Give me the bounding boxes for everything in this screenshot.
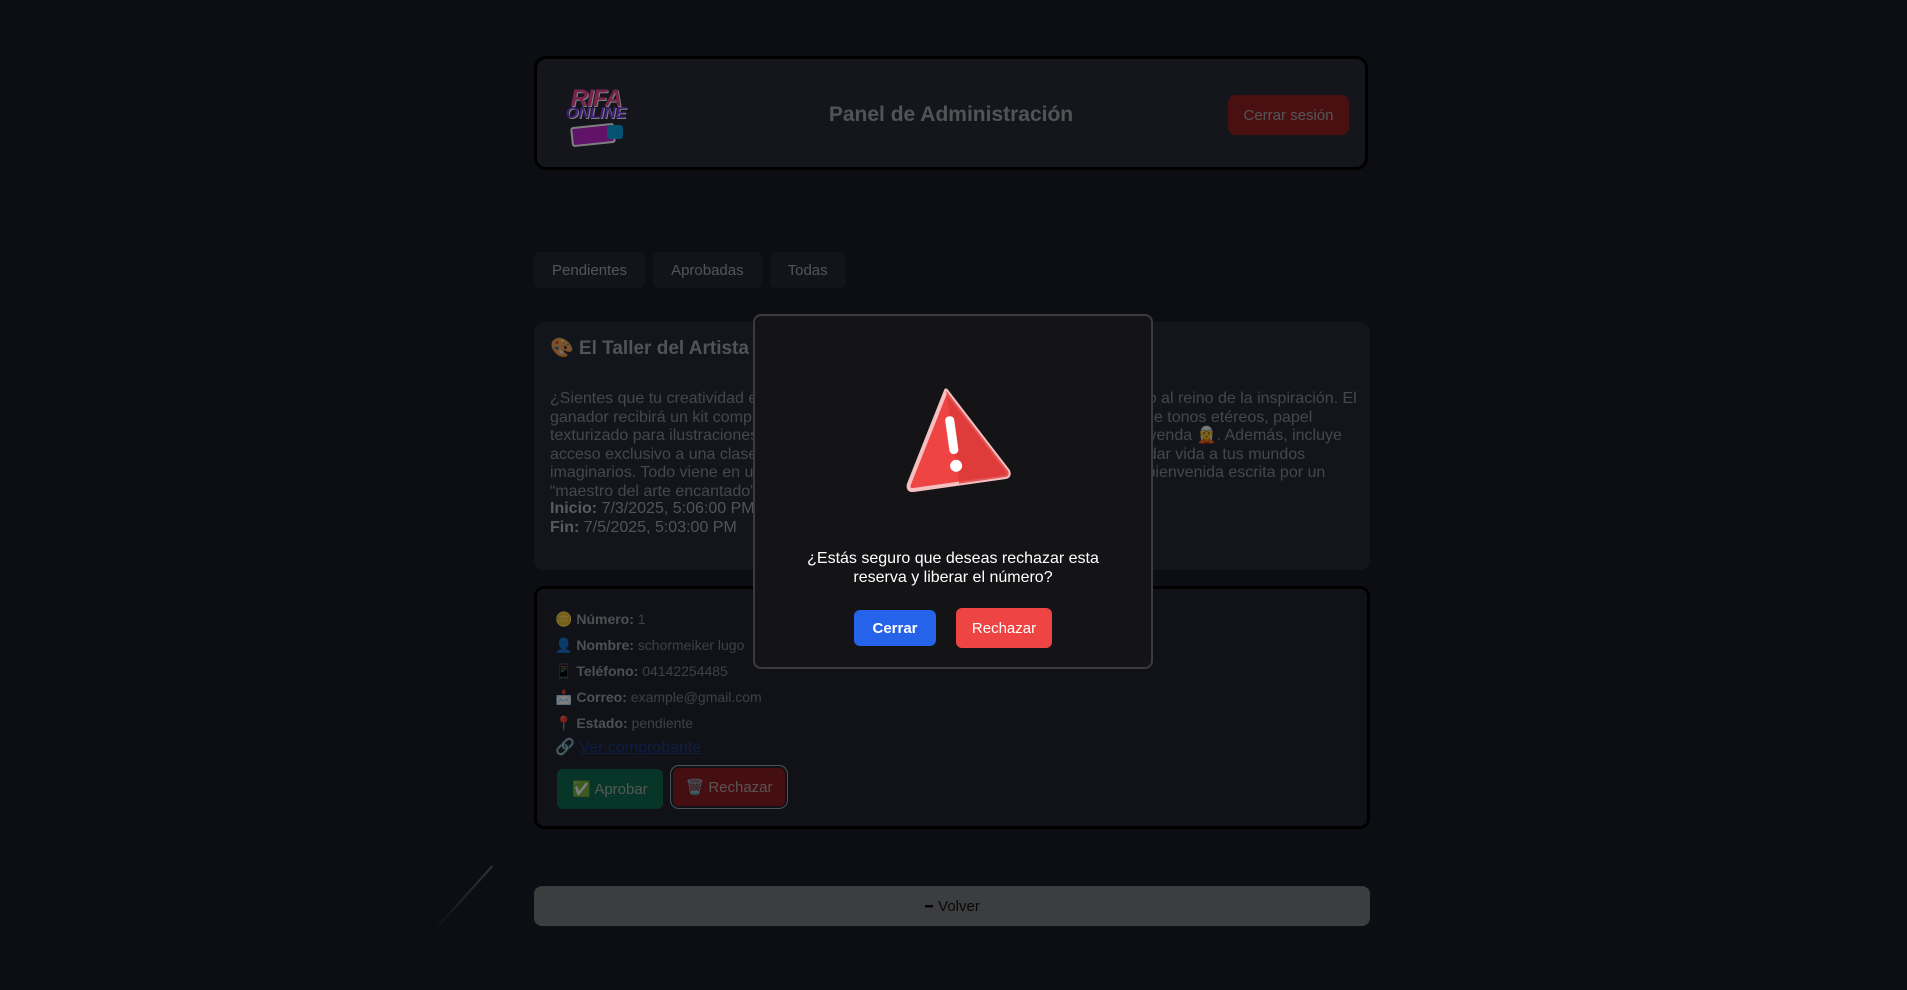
confirm-reject-button[interactable]: Rechazar bbox=[956, 608, 1052, 648]
close-dialog-button[interactable]: Cerrar bbox=[854, 610, 936, 646]
admin-page: RIFA ONLINE Panel de Administración Cerr… bbox=[0, 0, 1907, 990]
confirm-dialog: ¿Estás seguro que deseas rechazar esta r… bbox=[753, 314, 1153, 669]
confirm-message: ¿Estás seguro que deseas rechazar esta r… bbox=[807, 550, 1099, 586]
warning-icon bbox=[906, 388, 1011, 492]
